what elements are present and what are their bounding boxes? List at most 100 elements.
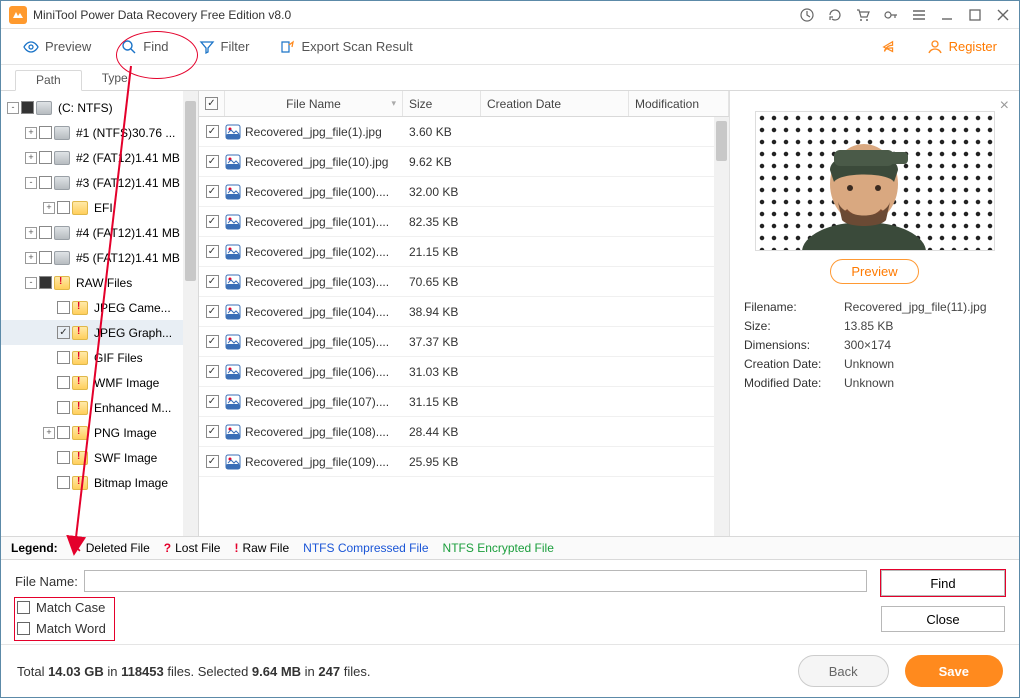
- match-case-option[interactable]: Match Case: [17, 600, 106, 615]
- row-checkbox[interactable]: [206, 395, 219, 408]
- file-row[interactable]: Recovered_jpg_file(103)....70.65 KB: [199, 267, 729, 297]
- tree-checkbox[interactable]: [57, 301, 70, 314]
- tree-item[interactable]: +#4 (FAT12)1.41 MB: [1, 220, 198, 245]
- row-checkbox[interactable]: [206, 305, 219, 318]
- find-close-button[interactable]: Close: [881, 606, 1005, 632]
- folder-tree[interactable]: -(C: NTFS)+#1 (NTFS)30.76 ...+#2 (FAT12)…: [1, 91, 199, 536]
- row-checkbox[interactable]: [206, 275, 219, 288]
- expander-icon[interactable]: +: [25, 252, 37, 264]
- tree-checkbox[interactable]: [39, 276, 52, 289]
- file-row[interactable]: Recovered_jpg_file(107)....31.15 KB: [199, 387, 729, 417]
- tree-item[interactable]: Bitmap Image: [1, 470, 198, 495]
- file-row[interactable]: Recovered_jpg_file(102)....21.15 KB: [199, 237, 729, 267]
- back-button[interactable]: Back: [798, 655, 889, 687]
- share-button[interactable]: [875, 35, 903, 59]
- tree-item[interactable]: -(C: NTFS): [1, 95, 198, 120]
- row-checkbox[interactable]: [206, 185, 219, 198]
- filter-button[interactable]: Filter: [193, 35, 256, 59]
- row-checkbox[interactable]: [206, 365, 219, 378]
- expander-icon[interactable]: -: [25, 277, 37, 289]
- file-row[interactable]: Recovered_jpg_file(104)....38.94 KB: [199, 297, 729, 327]
- col-modification[interactable]: Modification: [629, 91, 729, 116]
- tree-checkbox[interactable]: [39, 126, 52, 139]
- grid-scrollbar[interactable]: [714, 117, 729, 536]
- grid-body[interactable]: Recovered_jpg_file(1).jpg3.60 KBRecovere…: [199, 117, 729, 536]
- file-row[interactable]: Recovered_jpg_file(109)....25.95 KB: [199, 447, 729, 477]
- tree-item[interactable]: +EFI: [1, 195, 198, 220]
- expander-icon[interactable]: +: [25, 227, 37, 239]
- row-checkbox[interactable]: [206, 125, 219, 138]
- tree-checkbox[interactable]: [39, 176, 52, 189]
- tree-item[interactable]: GIF Files: [1, 345, 198, 370]
- tree-checkbox[interactable]: [57, 326, 70, 339]
- expander-icon[interactable]: -: [25, 177, 37, 189]
- tree-checkbox[interactable]: [39, 226, 52, 239]
- tab-type[interactable]: Type: [82, 69, 148, 90]
- row-checkbox[interactable]: [206, 155, 219, 168]
- refresh-icon[interactable]: [827, 7, 843, 23]
- minimize-icon[interactable]: [939, 7, 955, 23]
- col-creation-date[interactable]: Creation Date: [481, 91, 629, 116]
- tree-scrollbar[interactable]: [183, 91, 198, 536]
- key-icon[interactable]: [883, 7, 899, 23]
- find-input[interactable]: [84, 570, 867, 592]
- expander-icon[interactable]: +: [25, 152, 37, 164]
- tree-checkbox[interactable]: [57, 351, 70, 364]
- tree-item[interactable]: -#3 (FAT12)1.41 MB: [1, 170, 198, 195]
- file-row[interactable]: Recovered_jpg_file(1).jpg3.60 KB: [199, 117, 729, 147]
- tab-path[interactable]: Path: [15, 70, 82, 91]
- file-row[interactable]: Recovered_jpg_file(100)....32.00 KB: [199, 177, 729, 207]
- tree-item[interactable]: +PNG Image: [1, 420, 198, 445]
- file-row[interactable]: Recovered_jpg_file(101)....82.35 KB: [199, 207, 729, 237]
- file-row[interactable]: Recovered_jpg_file(106)....31.03 KB: [199, 357, 729, 387]
- preview-action-button[interactable]: Preview: [830, 259, 918, 284]
- close-preview-icon[interactable]: ×: [1000, 97, 1009, 115]
- match-word-option[interactable]: Match Word: [17, 621, 106, 636]
- save-button[interactable]: Save: [905, 655, 1003, 687]
- history-icon[interactable]: [799, 7, 815, 23]
- maximize-icon[interactable]: [967, 7, 983, 23]
- row-checkbox[interactable]: [206, 215, 219, 228]
- tree-checkbox[interactable]: [57, 476, 70, 489]
- tree-item[interactable]: JPEG Graph...: [1, 320, 198, 345]
- tree-item[interactable]: +#1 (NTFS)30.76 ...: [1, 120, 198, 145]
- tree-checkbox[interactable]: [57, 401, 70, 414]
- checkbox-icon[interactable]: [17, 622, 30, 635]
- cart-icon[interactable]: [855, 7, 871, 23]
- expander-icon[interactable]: +: [25, 127, 37, 139]
- header-checkbox[interactable]: [199, 91, 225, 116]
- row-checkbox[interactable]: [206, 245, 219, 258]
- file-row[interactable]: Recovered_jpg_file(105)....37.37 KB: [199, 327, 729, 357]
- row-checkbox[interactable]: [206, 335, 219, 348]
- close-icon[interactable]: [995, 7, 1011, 23]
- tree-checkbox[interactable]: [57, 201, 70, 214]
- tree-item[interactable]: +#5 (FAT12)1.41 MB: [1, 245, 198, 270]
- tree-item[interactable]: +#2 (FAT12)1.41 MB: [1, 145, 198, 170]
- tree-checkbox[interactable]: [57, 426, 70, 439]
- tree-checkbox[interactable]: [57, 451, 70, 464]
- tree-item[interactable]: SWF Image: [1, 445, 198, 470]
- register-button[interactable]: Register: [921, 35, 1003, 59]
- col-name[interactable]: File Name▾: [225, 91, 403, 116]
- expander-icon[interactable]: -: [7, 102, 19, 114]
- row-checkbox[interactable]: [206, 425, 219, 438]
- tree-checkbox[interactable]: [21, 101, 34, 114]
- tree-item[interactable]: Enhanced M...: [1, 395, 198, 420]
- find-submit-button[interactable]: Find: [881, 570, 1005, 596]
- expander-icon[interactable]: +: [43, 427, 55, 439]
- checkbox-icon[interactable]: [17, 601, 30, 614]
- tree-checkbox[interactable]: [39, 151, 52, 164]
- tree-item[interactable]: JPEG Came...: [1, 295, 198, 320]
- tree-checkbox[interactable]: [39, 251, 52, 264]
- tree-item[interactable]: WMF Image: [1, 370, 198, 395]
- row-checkbox[interactable]: [206, 455, 219, 468]
- col-size[interactable]: Size: [403, 91, 481, 116]
- menu-icon[interactable]: [911, 7, 927, 23]
- tree-checkbox[interactable]: [57, 376, 70, 389]
- preview-button[interactable]: Preview: [17, 35, 97, 59]
- find-button[interactable]: Find: [115, 35, 174, 59]
- expander-icon[interactable]: +: [43, 202, 55, 214]
- file-row[interactable]: Recovered_jpg_file(108)....28.44 KB: [199, 417, 729, 447]
- export-button[interactable]: Export Scan Result: [273, 35, 418, 59]
- file-row[interactable]: Recovered_jpg_file(10).jpg9.62 KB: [199, 147, 729, 177]
